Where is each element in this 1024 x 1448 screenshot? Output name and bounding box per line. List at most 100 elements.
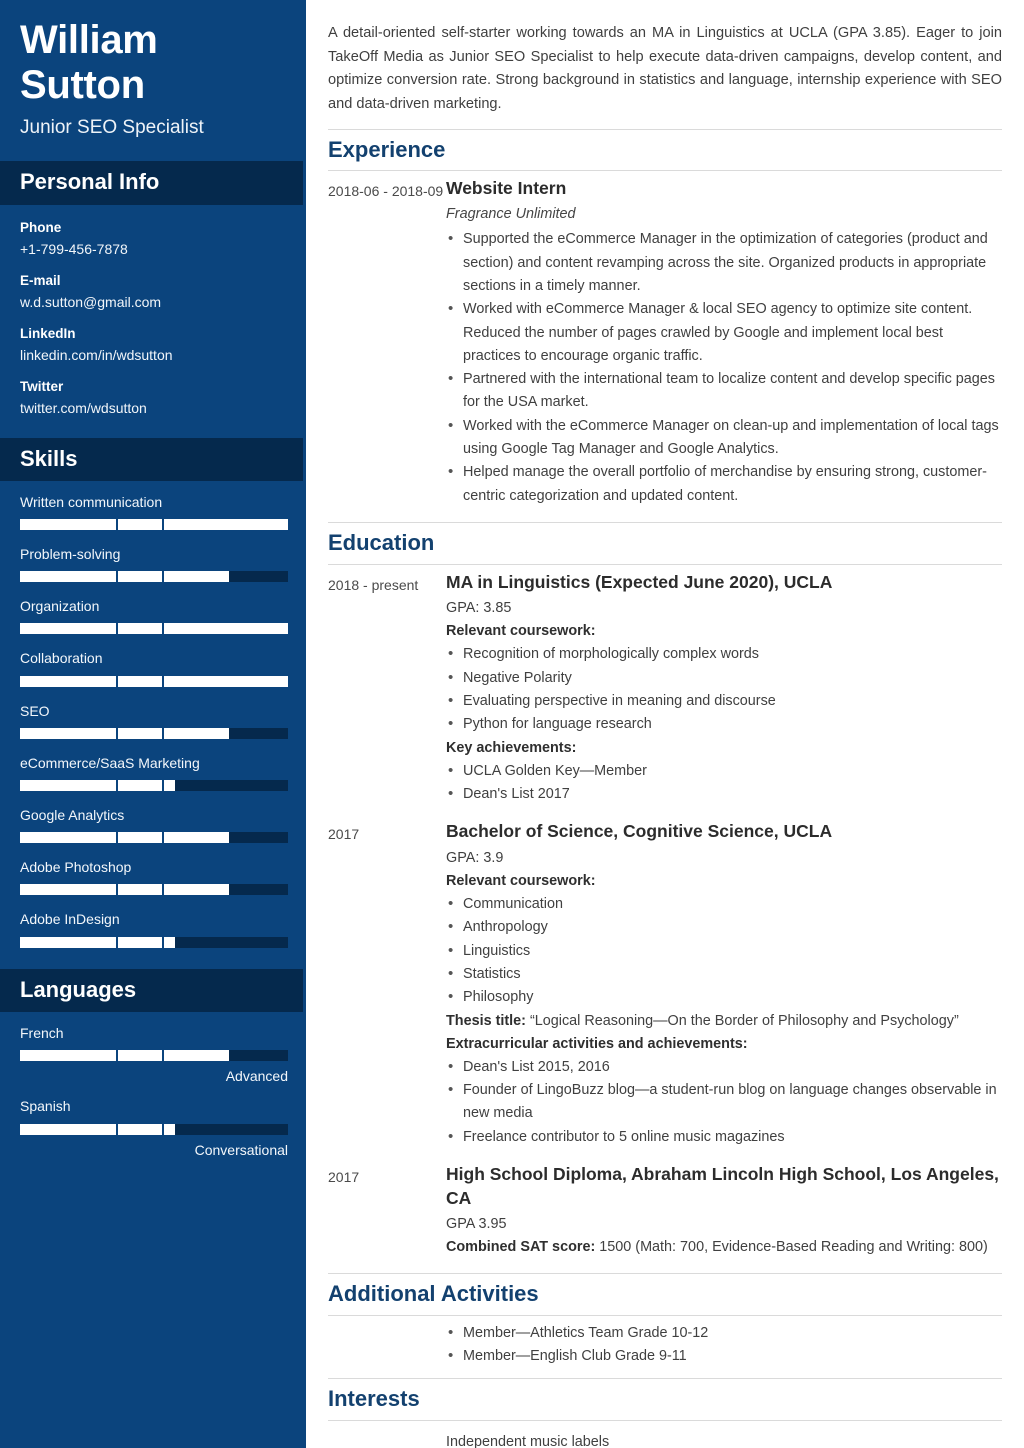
skill-label: Collaboration <box>20 650 103 667</box>
entry-title: High School Diploma, Abraham Lincoln Hig… <box>446 1164 999 1208</box>
list-item: Founder of LingoBuzz blog—a student-run … <box>446 1078 1002 1126</box>
language-item: Spanish Conversational <box>20 1097 288 1158</box>
list-item: Helped manage the overall portfolio of m… <box>446 460 1002 508</box>
list-item: Python for language research <box>446 712 1002 737</box>
thesis-line: Thesis title: “Logical Reasoning—On the … <box>446 1010 1002 1033</box>
extracurricular-label: Extracurricular activities and achieveme… <box>446 1033 1002 1056</box>
skill-bar-ticks <box>20 727 288 739</box>
entry-gpa: GPA: 3.85 <box>446 600 512 617</box>
achievements-label-text: Key achievements: <box>446 739 577 756</box>
list-item: Member—English Club Grade 9-11 <box>446 1344 1002 1369</box>
list-item: Supported the eCommerce Manager in the o… <box>446 227 1002 298</box>
experience-entry: 2018-06 - 2018-09 Website Intern Fragran… <box>328 177 1002 508</box>
skill-item: Google Analytics <box>20 806 288 844</box>
bar-tick <box>116 623 119 635</box>
name-block: William Sutton Junior SEO Specialist <box>0 0 306 145</box>
entry-title: MA in Linguistics (Expected June 2020), … <box>446 571 833 592</box>
skill-label: Adobe InDesign <box>20 911 120 928</box>
achievements-label: Key achievements: <box>446 737 1002 760</box>
list-item: Linguistics <box>446 939 1002 964</box>
coursework-label-text: Relevant coursework: <box>446 872 596 889</box>
bar-tick <box>162 675 165 687</box>
contact-label: Twitter <box>20 379 64 395</box>
interest-item: Independent music labels <box>446 1433 610 1448</box>
contact-label: LinkedIn <box>20 326 76 342</box>
languages-list: French Advanced Spanish Conversational <box>0 1012 306 1159</box>
list-item: Freelance contributor to 5 online music … <box>446 1125 1002 1150</box>
contact-list: Phone +1-799-456-7878 E-mail w.d.sutton@… <box>0 205 306 419</box>
sidebar: William Sutton Junior SEO Specialist Per… <box>0 0 306 1448</box>
skills-heading: Skills <box>20 445 78 471</box>
skill-item: eCommerce/SaaS Marketing <box>20 754 288 792</box>
coursework-list: Recognition of morphologically complex w… <box>446 642 1002 737</box>
list-item: Statistics <box>446 962 1002 987</box>
entry-bullet-list: Supported the eCommerce Manager in the o… <box>446 227 1002 508</box>
entry-date: 2017 <box>328 1169 360 1186</box>
achievements-list: UCLA Golden Key—Member Dean's List 2017 <box>446 759 1002 807</box>
skill-label: Adobe Photoshop <box>20 859 132 876</box>
additional-activities-list: Member—Athletics Team Grade 10-12 Member… <box>446 1321 1002 1369</box>
contact-value-email[interactable]: w.d.sutton@gmail.com <box>20 292 286 312</box>
skill-label: Organization <box>20 598 100 615</box>
list-item: Dean's List 2015, 2016 <box>446 1055 1002 1080</box>
entry-body: MA in Linguistics (Expected June 2020), … <box>446 571 1002 807</box>
skill-item: Written communication <box>20 493 288 531</box>
bar-tick <box>116 884 119 896</box>
list-item: Dean's List 2017 <box>446 782 1002 807</box>
list-item: Anthropology <box>446 915 1002 940</box>
contact-value-twitter[interactable]: twitter.com/wdsutton <box>20 398 286 418</box>
entry-date: 2018-06 - 2018-09 <box>328 182 444 199</box>
coursework-label-text: Relevant coursework: <box>446 623 596 640</box>
skill-bar-ticks <box>20 884 288 896</box>
education-entry-highschool: 2017 High School Diploma, Abraham Lincol… <box>328 1163 1002 1259</box>
entry-body: High School Diploma, Abraham Lincoln Hig… <box>446 1163 1002 1259</box>
sidebar-section-personal-info: Personal Info <box>0 161 306 205</box>
list-item: Worked with eCommerce Manager & local SE… <box>446 297 1002 368</box>
language-proficiency: Advanced <box>225 1068 288 1085</box>
contact-value-linkedin[interactable]: linkedin.com/in/wdsutton <box>20 345 286 365</box>
coursework-list: Communication Anthropology Linguistics S… <box>446 892 1002 1010</box>
skill-level-bar <box>20 780 288 792</box>
bar-tick <box>116 727 119 739</box>
resume-page: William Sutton Junior SEO Specialist Per… <box>0 0 1024 1448</box>
bar-tick <box>162 832 165 844</box>
language-bar-ticks <box>20 1123 288 1135</box>
thesis-value: “Logical Reasoning—On the Border of Phil… <box>529 1012 959 1029</box>
skill-level-bar <box>20 571 288 583</box>
entry-body: Website Intern Fragrance Unlimited Suppo… <box>446 177 1002 508</box>
bar-tick <box>116 1050 119 1062</box>
skill-item: Collaboration <box>20 649 288 687</box>
education-entries: 2018 - present MA in Linguistics (Expect… <box>328 565 1002 1260</box>
skill-item: Organization <box>20 597 288 635</box>
skill-level-bar <box>20 623 288 635</box>
additional-activities-body: Member—Athletics Team Grade 10-12 Member… <box>328 1316 1002 1379</box>
bar-tick <box>116 936 119 948</box>
contact-label: Phone <box>20 219 62 235</box>
bar-tick <box>116 832 119 844</box>
language-label: French <box>20 1025 64 1041</box>
skill-bar-ticks <box>20 675 288 687</box>
contact-item-linkedin: LinkedIn linkedin.com/in/wdsutton <box>20 325 286 365</box>
bar-tick <box>116 519 119 531</box>
contact-value-phone[interactable]: +1-799-456-7878 <box>20 239 286 259</box>
skill-bar-ticks <box>20 571 288 583</box>
contact-label: E-mail <box>20 272 61 288</box>
skill-item: Adobe InDesign <box>20 910 288 948</box>
bar-tick <box>162 1050 165 1062</box>
skill-label: eCommerce/SaaS Marketing <box>20 754 200 771</box>
section-heading-education: Education <box>328 522 1002 565</box>
header-spacer <box>0 145 306 161</box>
sidebar-section-languages: Languages <box>0 968 306 1012</box>
skill-bar-ticks <box>20 519 288 531</box>
professional-summary: A detail-oriented self-starter working t… <box>328 25 1002 112</box>
list-item: Recognition of morphologically complex w… <box>446 642 1002 667</box>
skill-bar-ticks <box>20 936 288 948</box>
extracurricular-list: Dean's List 2015, 2016 Founder of LingoB… <box>446 1055 1002 1150</box>
list-item: UCLA Golden Key—Member <box>446 759 1002 784</box>
skill-level-bar <box>20 727 288 739</box>
interests-body: Independent music labels Graphic design <box>328 1421 1002 1448</box>
